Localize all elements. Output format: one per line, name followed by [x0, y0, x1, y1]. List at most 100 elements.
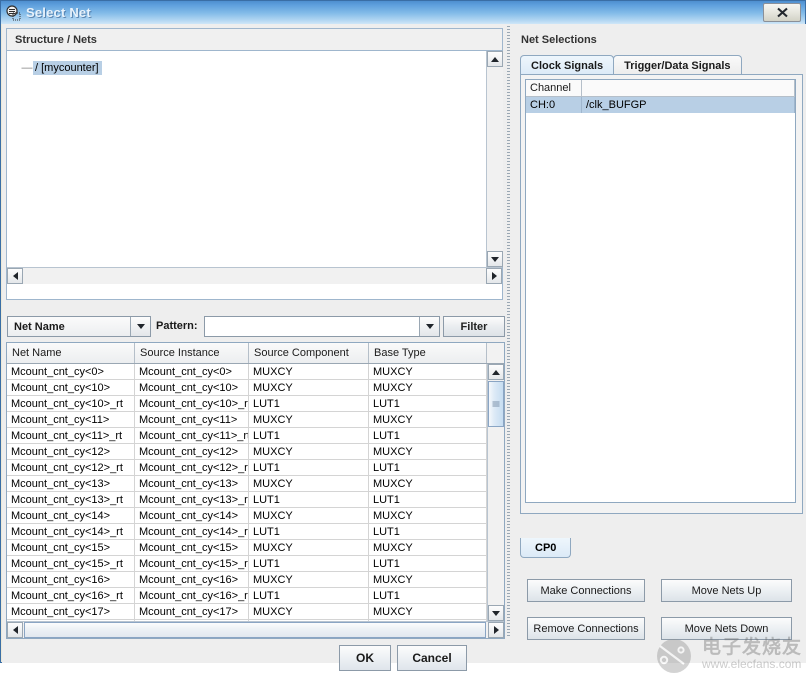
- net-table-column-header[interactable]: Source Instance: [135, 343, 249, 363]
- chevron-left-icon: [13, 272, 18, 280]
- table-cell: Mcount_cnt_cy<15>: [135, 540, 249, 555]
- signal-tabs: Clock SignalsTrigger/Data Signals Channe…: [520, 54, 803, 544]
- tab-cp0[interactable]: CP0: [520, 538, 571, 558]
- structure-tree-container: — / [mycounter]: [6, 50, 503, 300]
- net-table-scroll-right-button[interactable]: [488, 622, 504, 638]
- table-row[interactable]: Mcount_cnt_cy<11>_rtMcount_cnt_cy<11>_rt…: [7, 428, 487, 444]
- table-cell: Mcount_cnt_cy<0>: [135, 364, 249, 379]
- table-cell: Mcount_cnt_cy<16>_rt: [7, 588, 135, 603]
- table-cell: MUXCY: [249, 604, 369, 619]
- table-cell: Mcount_cnt_cy<11>_rt: [7, 428, 135, 443]
- tree-scroll-left-button[interactable]: [7, 268, 23, 284]
- table-cell: MUXCY: [249, 412, 369, 427]
- table-cell: MUXCY: [369, 540, 487, 555]
- table-row[interactable]: Mcount_cnt_cy<10>_rtMcount_cnt_cy<10>_rt…: [7, 396, 487, 412]
- table-row[interactable]: Mcount_cnt_cy<14>Mcount_cnt_cy<14>MUXCYM…: [7, 508, 487, 524]
- table-row[interactable]: Mcount_cnt_cy<16>Mcount_cnt_cy<16>MUXCYM…: [7, 572, 487, 588]
- structure-nets-panel: Structure / Nets — / [mycounter]: [4, 26, 509, 637]
- table-row[interactable]: Mcount_cnt_cy<15>_rtMcount_cnt_cy<15>_rt…: [7, 556, 487, 572]
- pattern-input[interactable]: [205, 316, 419, 337]
- table-row[interactable]: Mcount_cnt_cy<16>_rtMcount_cnt_cy<16>_rt…: [7, 588, 487, 604]
- channel-column-header[interactable]: [582, 80, 795, 96]
- channel-table-body[interactable]: CH:0/clk_BUFGP: [526, 97, 795, 113]
- net-table-horizontal-scrollbar[interactable]: [7, 621, 504, 638]
- table-cell: MUXCY: [369, 364, 487, 379]
- structure-tree[interactable]: — / [mycounter]: [7, 51, 486, 267]
- remove-connections-button[interactable]: Remove Connections: [527, 617, 645, 640]
- table-cell: MUXCY: [249, 572, 369, 587]
- table-cell: MUXCY: [249, 364, 369, 379]
- net-table-column-header[interactable]: Base Type: [369, 343, 487, 363]
- table-row[interactable]: Mcount_cnt_cy<10>Mcount_cnt_cy<10>MUXCYM…: [7, 380, 487, 396]
- table-cell: Mcount_cnt_cy<12>: [135, 444, 249, 459]
- ok-button[interactable]: OK: [339, 645, 391, 671]
- tree-collapse-icon[interactable]: —: [21, 62, 33, 74]
- tree-vertical-scrollbar[interactable]: [486, 51, 503, 267]
- table-cell: MUXCY: [249, 476, 369, 491]
- table-cell: Mcount_cnt_cy<12>: [7, 444, 135, 459]
- tab-trigger-data-signals[interactable]: Trigger/Data Signals: [613, 55, 741, 75]
- table-cell: Mcount_cnt_cy<10>: [135, 380, 249, 395]
- tree-horizontal-scrollbar[interactable]: [7, 267, 502, 284]
- chevron-right-icon: [494, 626, 499, 634]
- move-nets-down-button[interactable]: Move Nets Down: [661, 617, 792, 640]
- close-icon[interactable]: [763, 3, 801, 22]
- net-table-scroll-left-button[interactable]: [7, 622, 23, 638]
- table-row[interactable]: Mcount_cnt_cy<11>Mcount_cnt_cy<11>MUXCYM…: [7, 412, 487, 428]
- filter-button[interactable]: Filter: [443, 316, 505, 337]
- table-cell: MUXCY: [369, 380, 487, 395]
- tree-scroll-down-button[interactable]: [487, 251, 503, 267]
- tree-scroll-right-button[interactable]: [486, 268, 502, 284]
- net-table-vertical-scrollbar[interactable]: [487, 364, 504, 621]
- net-table-body[interactable]: Mcount_cnt_cy<0>Mcount_cnt_cy<0>MUXCYMUX…: [7, 364, 487, 621]
- chevron-down-icon[interactable]: [419, 317, 439, 336]
- net-table-header: Net NameSource InstanceSource ComponentB…: [7, 343, 504, 364]
- table-cell: Mcount_cnt_cy<13>: [135, 476, 249, 491]
- panel-splitter[interactable]: [505, 26, 512, 637]
- dialog-button-bar: OK Cancel: [2, 640, 806, 680]
- make-connections-button[interactable]: Make Connections: [527, 579, 645, 602]
- net-table-column-header[interactable]: Net Name: [7, 343, 135, 363]
- net-table-hscroll-thumb[interactable]: [24, 622, 486, 638]
- channel-column-header[interactable]: Channel: [526, 80, 582, 96]
- table-row[interactable]: Mcount_cnt_cy<0>Mcount_cnt_cy<0>MUXCYMUX…: [7, 364, 487, 380]
- structure-nets-header: Structure / Nets: [6, 28, 503, 50]
- net-table-scroll-up-button[interactable]: [488, 364, 504, 380]
- net-table-column-header[interactable]: Source Component: [249, 343, 369, 363]
- table-row[interactable]: Mcount_cnt_cy<15>Mcount_cnt_cy<15>MUXCYM…: [7, 540, 487, 556]
- chevron-down-icon[interactable]: [130, 317, 150, 336]
- table-row[interactable]: Mcount_cnt_cy<12>_rtMcount_cnt_cy<12>_rt…: [7, 460, 487, 476]
- tab-clock-signals[interactable]: Clock Signals: [520, 55, 614, 75]
- table-cell: Mcount_cnt_cy<15>_rt: [7, 556, 135, 571]
- table-cell: Mcount_cnt_cy<10>_rt: [7, 396, 135, 411]
- chevron-down-icon: [491, 257, 499, 262]
- net-table-scroll-down-button[interactable]: [488, 605, 504, 621]
- pattern-combo[interactable]: [204, 316, 440, 337]
- table-cell: Mcount_cnt_cy<12>_rt: [135, 460, 249, 475]
- table-cell: Mcount_cnt_cy<0>: [7, 364, 135, 379]
- tree-item-mycounter[interactable]: — / [mycounter]: [7, 60, 486, 76]
- table-cell: Mcount_cnt_cy<11>: [7, 412, 135, 427]
- table-cell: LUT1: [369, 492, 487, 507]
- table-cell: Mcount_cnt_cy<11>_rt: [135, 428, 249, 443]
- tree-item-label: / [mycounter]: [33, 61, 102, 75]
- tab-strip: Clock SignalsTrigger/Data Signals: [520, 54, 742, 75]
- table-row[interactable]: Mcount_cnt_cy<17>Mcount_cnt_cy<17>MUXCYM…: [7, 604, 487, 620]
- channel-row[interactable]: CH:0/clk_BUFGP: [526, 97, 795, 113]
- title-bar[interactable]: Select Net: [1, 1, 805, 24]
- table-row[interactable]: Mcount_cnt_cy<13>Mcount_cnt_cy<13>MUXCYM…: [7, 476, 487, 492]
- table-row[interactable]: Mcount_cnt_cy<13>_rtMcount_cnt_cy<13>_rt…: [7, 492, 487, 508]
- tree-scroll-up-button[interactable]: [487, 51, 503, 67]
- channel-table[interactable]: Channel CH:0/clk_BUFGP: [525, 79, 796, 503]
- pattern-label: Pattern:: [156, 320, 198, 332]
- move-nets-up-button[interactable]: Move Nets Up: [661, 579, 792, 602]
- table-row[interactable]: Mcount_cnt_cy<12>Mcount_cnt_cy<12>MUXCYM…: [7, 444, 487, 460]
- scroll-thumb-grip: [493, 402, 500, 407]
- net-table-scroll-thumb[interactable]: [488, 381, 504, 427]
- table-row[interactable]: Mcount_cnt_cy<14>_rtMcount_cnt_cy<14>_rt…: [7, 524, 487, 540]
- cancel-button[interactable]: Cancel: [397, 645, 467, 671]
- table-cell: MUXCY: [249, 540, 369, 555]
- filter-field-value: Net Name: [8, 321, 130, 333]
- net-table-container: Net NameSource InstanceSource ComponentB…: [6, 342, 505, 639]
- filter-field-select[interactable]: Net Name: [7, 316, 151, 337]
